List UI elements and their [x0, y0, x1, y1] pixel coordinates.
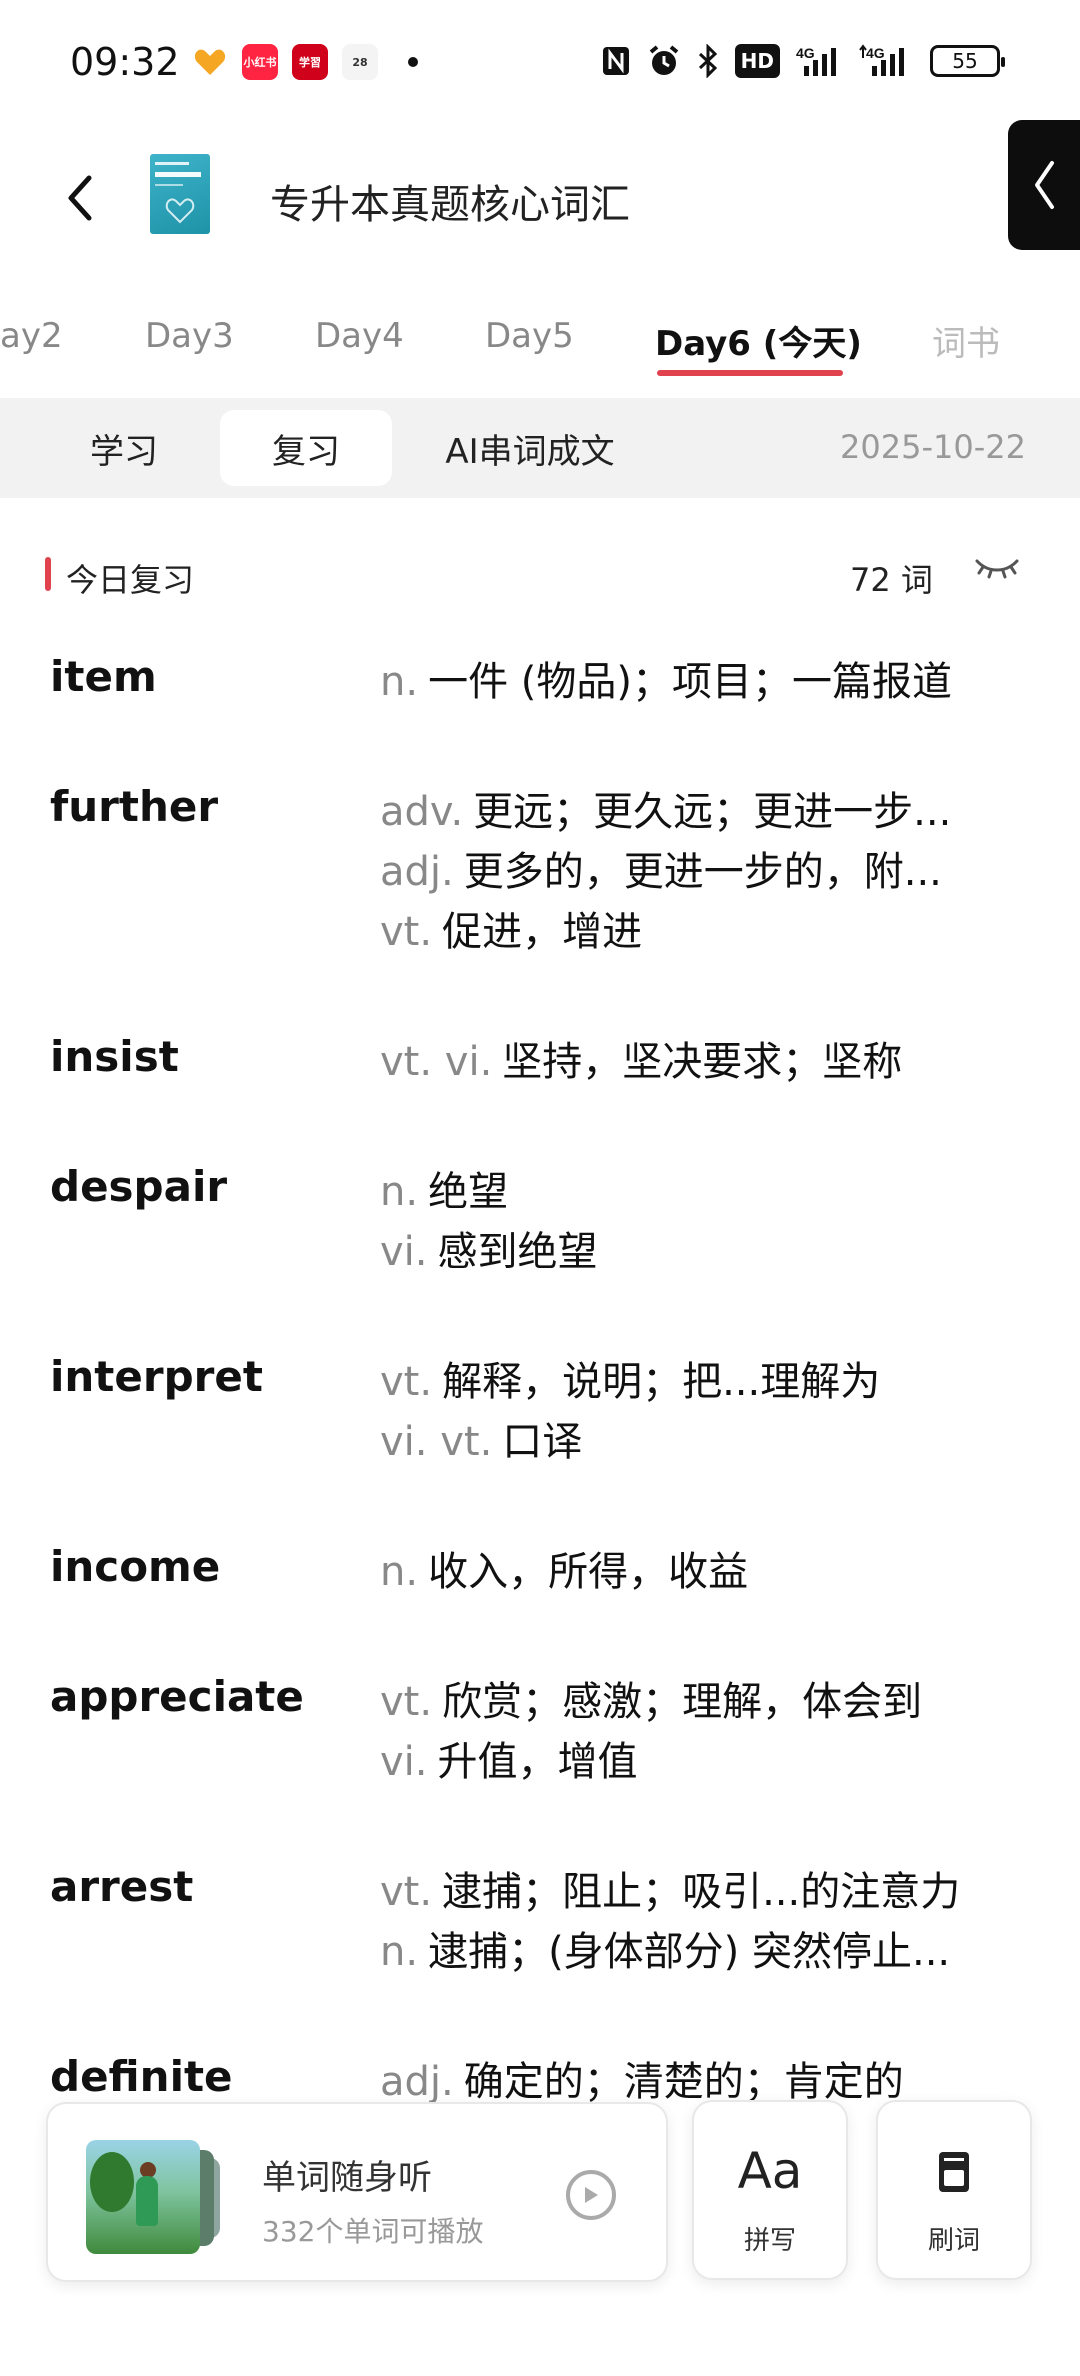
battery-indicator: 55 — [930, 45, 1005, 77]
definition-line: n. 逮捕；(身体部分) 突然停止... — [380, 1929, 951, 1975]
nfc-icon — [601, 44, 631, 78]
bottom-action-bar: 单词随身听 332个单词可播放 Aa 拼写 刷词 — [0, 2100, 1080, 2300]
study-mode-button[interactable]: 学习 — [54, 410, 194, 486]
word-term: interpret — [50, 1352, 263, 1401]
audio-cover-image — [86, 2140, 200, 2254]
calendar-app-icon: 28 — [342, 44, 378, 80]
listen-title: 单词随身听 — [262, 2158, 432, 2198]
status-bar: 09:32 小红书 学習 28 HD 4G 4G 55 — [0, 0, 1080, 120]
spell-aa-icon: Aa — [737, 2142, 803, 2200]
status-time: 09:32 — [70, 40, 180, 84]
definition-line: vi. vt. 口译 — [380, 1419, 583, 1465]
word-definitions: vt. 欣赏；感激；理解，体会到 vi. 升值，增值 — [380, 1672, 1000, 1792]
active-tab-indicator — [657, 370, 843, 376]
definition-line: vt. 促进，增进 — [380, 909, 643, 955]
chevron-left-icon — [1035, 161, 1054, 209]
play-button[interactable] — [566, 2170, 616, 2220]
back-button[interactable] — [50, 168, 110, 228]
definition-line: n. 收入，所得，收益 — [380, 1549, 749, 1595]
tab-day6-today[interactable]: Day6 (今天) — [655, 316, 862, 365]
definition-line: vt. 欣赏；感激；理解，体会到 — [380, 1679, 923, 1725]
mode-bar: 学习 复习 AI串词成文 2025-10-22 — [0, 398, 1080, 498]
definition-line: vt. 逮捕；阻止；吸引...的注意力 — [380, 1869, 961, 1915]
ai-story-mode-button[interactable]: AI串词成文 — [430, 410, 630, 486]
word-term: arrest — [50, 1862, 194, 1911]
book-cover-image[interactable] — [150, 154, 210, 234]
word-term: item — [50, 652, 157, 701]
spell-button[interactable]: Aa 拼写 — [692, 2100, 848, 2280]
definition-line: vt. vi. 坚持，坚决要求；坚称 — [380, 1039, 903, 1085]
word-count: 72 词 — [850, 561, 933, 599]
word-term: appreciate — [50, 1672, 304, 1721]
tab-day3[interactable]: Day3 — [145, 316, 234, 356]
definition-line: vi. 升值，增值 — [380, 1739, 638, 1785]
definition-line: adv. 更远；更久远；更进一步... — [380, 789, 952, 835]
definition-line: n. 绝望 — [380, 1169, 509, 1215]
more-notifications-dot — [408, 57, 418, 67]
definition-line: vi. 感到绝望 — [380, 1229, 598, 1275]
tab-day4[interactable]: Day4 — [315, 316, 404, 356]
play-icon — [585, 2187, 598, 2203]
hd-icon: HD — [734, 44, 780, 78]
definition-line: vt. 解释，说明；把...理解为 — [380, 1359, 881, 1405]
flashcard-icon — [939, 2152, 969, 2192]
section-accent-bar — [45, 557, 51, 591]
date-label: 2025-10-22 — [840, 428, 1026, 466]
audio-cover-stack — [86, 2140, 246, 2254]
day-tabs: ay2 Day3 Day4 Day5 Day6 (今天) 词书 — [0, 300, 1080, 390]
signal-4g-icon-2: 4G — [858, 44, 914, 78]
alarm-icon — [647, 44, 681, 78]
word-definitions: adv. 更远；更久远；更进一步... adj. 更多的，更进一步的，附... vt… — [380, 782, 1000, 962]
review-section-header: 今日复习 72 词 — [0, 545, 1080, 605]
heart-app-icon — [192, 44, 228, 80]
svg-text:4G: 4G — [866, 45, 885, 61]
word-definitions: n. 绝望 vi. 感到绝望 — [380, 1162, 1000, 1282]
spell-label: 拼写 — [743, 2226, 796, 2256]
hide-meaning-eye-icon[interactable] — [974, 555, 1020, 585]
review-mode-button[interactable]: 复习 — [220, 410, 392, 486]
side-drawer-toggle[interactable] — [1008, 120, 1080, 250]
word-term: income — [50, 1542, 221, 1591]
word-term: definite — [50, 2052, 233, 2101]
tab-day5[interactable]: Day5 — [485, 316, 574, 356]
app-header: 专升本真题核心词汇 — [0, 130, 1080, 260]
tab-wordbook[interactable]: 词书 — [932, 316, 1000, 365]
status-app-icons: 小红书 学習 28 — [192, 44, 418, 80]
chevron-left-icon — [68, 175, 92, 221]
svg-text:4G: 4G — [796, 45, 815, 61]
xiaohongshu-app-icon: 小红书 — [242, 44, 278, 80]
word-term: despair — [50, 1162, 228, 1211]
brush-words-button[interactable]: 刷词 — [876, 2100, 1032, 2280]
listen-subtitle: 332个单词可播放 — [262, 2215, 484, 2248]
definition-line: n. 一件 (物品)；项目；一篇报道 — [380, 659, 953, 705]
word-definitions: vt. vi. 坚持，坚决要求；坚称 — [380, 1032, 1000, 1092]
word-term: insist — [50, 1032, 179, 1081]
word-definitions: n. 收入，所得，收益 — [380, 1542, 1000, 1602]
definition-line: adj. 更多的，更进一步的，附... — [380, 849, 942, 895]
word-definitions: vt. 逮捕；阻止；吸引...的注意力 n. 逮捕；(身体部分) 突然停止... — [380, 1862, 1000, 1982]
word-definitions: n. 一件 (物品)；项目；一篇报道 — [380, 652, 1000, 712]
status-indicators: HD 4G 4G 55 — [601, 44, 1005, 78]
tab-day2[interactable]: ay2 — [0, 316, 63, 356]
brush-words-label: 刷词 — [927, 2226, 980, 2256]
word-definitions: vt. 解释，说明；把...理解为 vi. vt. 口译 — [380, 1352, 1000, 1472]
xuexi-app-icon: 学習 — [292, 44, 328, 80]
bluetooth-icon — [697, 44, 719, 78]
word-listen-card[interactable]: 单词随身听 332个单词可播放 — [46, 2102, 668, 2282]
section-title: 今日复习 — [66, 561, 195, 599]
word-term: further — [50, 782, 219, 831]
signal-4g-icon: 4G — [796, 44, 842, 78]
page-title: 专升本真题核心词汇 — [270, 182, 630, 228]
